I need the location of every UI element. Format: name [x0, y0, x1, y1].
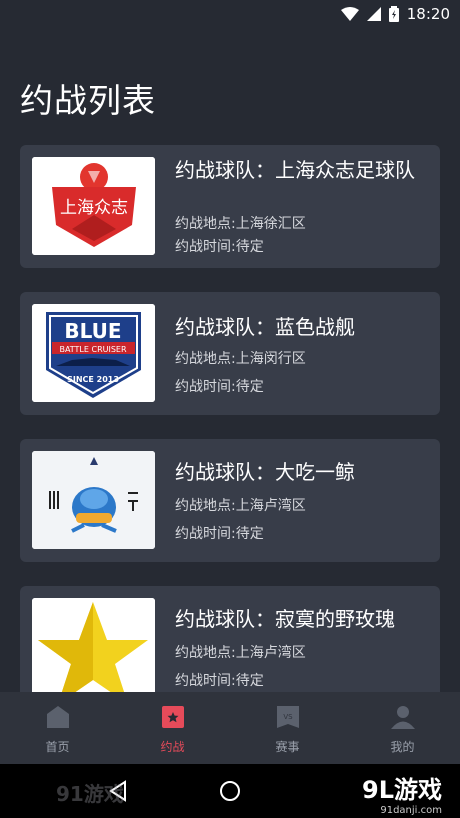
home-button-icon[interactable] [219, 780, 241, 802]
user-icon [390, 706, 415, 729]
match-location: 约战地点:上海闵行区 [175, 351, 306, 367]
status-time: 18:20 [406, 5, 450, 23]
watermark-url: 91danji.com [380, 805, 442, 816]
bottom-tab-bar: 首页 约战 VS 赛事 我的 [0, 692, 460, 764]
svg-text:SINCE 2013: SINCE 2013 [67, 375, 119, 384]
svg-text:VS: VS [283, 713, 293, 721]
tab-mine[interactable]: 我的 [345, 692, 460, 764]
battery-icon [388, 6, 399, 22]
team-name: 约战球队：大吃一鲸 [175, 460, 355, 484]
match-card[interactable]: 约战球队：寂寞的野玫瑰 约战地点:上海卢湾区 约战时间:待定 [20, 586, 440, 709]
team-name: 约战球队：蓝色战舰 [175, 315, 355, 339]
team-logo: 上海众志 [32, 157, 155, 255]
status-bar: 18:20 [0, 0, 460, 28]
match-card[interactable]: BLUE BATTLE CRUISER SINCE 2013 约战球队：蓝色战舰… [20, 292, 440, 415]
match-card[interactable]: 约战球队：大吃一鲸 约战地点:上海卢湾区 约战时间:待定 [20, 439, 440, 562]
tab-home-label: 首页 [45, 740, 70, 754]
match-time: 约战时间:待定 [175, 526, 264, 542]
team-name: 约战球队：上海众志足球队 [175, 158, 415, 182]
team-name: 约战球队：寂寞的野玫瑰 [175, 607, 395, 631]
wifi-icon [340, 7, 359, 21]
vs-icon: VS [276, 706, 299, 728]
svg-text:BATTLE CRUISER: BATTLE CRUISER [59, 345, 127, 354]
match-card[interactable]: 上海众志 约战球队：上海众志足球队 约战地点:上海徐汇区 约战时间:待定 [20, 145, 440, 268]
match-location: 约战地点:上海徐汇区 [175, 216, 306, 232]
tab-home[interactable]: 首页 [0, 692, 115, 764]
team-logo: BLUE BATTLE CRUISER SINCE 2013 [32, 304, 155, 402]
tab-mine-label: 我的 [390, 740, 415, 754]
watermark-logo-left: 91游戏 [56, 782, 124, 806]
signal-icon [366, 7, 381, 21]
tab-events[interactable]: VS 赛事 [230, 692, 345, 764]
page-title: 约战列表 [20, 81, 156, 120]
watermark-brand: 9L游戏 [362, 776, 442, 804]
match-location: 约战地点:上海卢湾区 [175, 498, 306, 514]
match-location: 约战地点:上海卢湾区 [175, 645, 306, 661]
tab-battle-label: 约战 [160, 740, 185, 754]
star-badge-icon [161, 706, 184, 728]
tab-battle[interactable]: 约战 [115, 692, 230, 764]
tab-events-label: 赛事 [275, 740, 300, 754]
match-time: 约战时间:待定 [175, 239, 264, 255]
svg-text:上海众志: 上海众志 [60, 198, 128, 218]
match-time: 约战时间:待定 [175, 673, 264, 689]
match-list: 上海众志 约战球队：上海众志足球队 约战地点:上海徐汇区 约战时间:待定 BLU… [20, 145, 440, 733]
home-icon [46, 706, 69, 728]
team-logo [32, 451, 155, 549]
match-time: 约战时间:待定 [175, 379, 264, 395]
svg-text:BLUE: BLUE [64, 319, 121, 343]
watermark-logo-right: 9L游戏 91danji.com [362, 770, 442, 816]
